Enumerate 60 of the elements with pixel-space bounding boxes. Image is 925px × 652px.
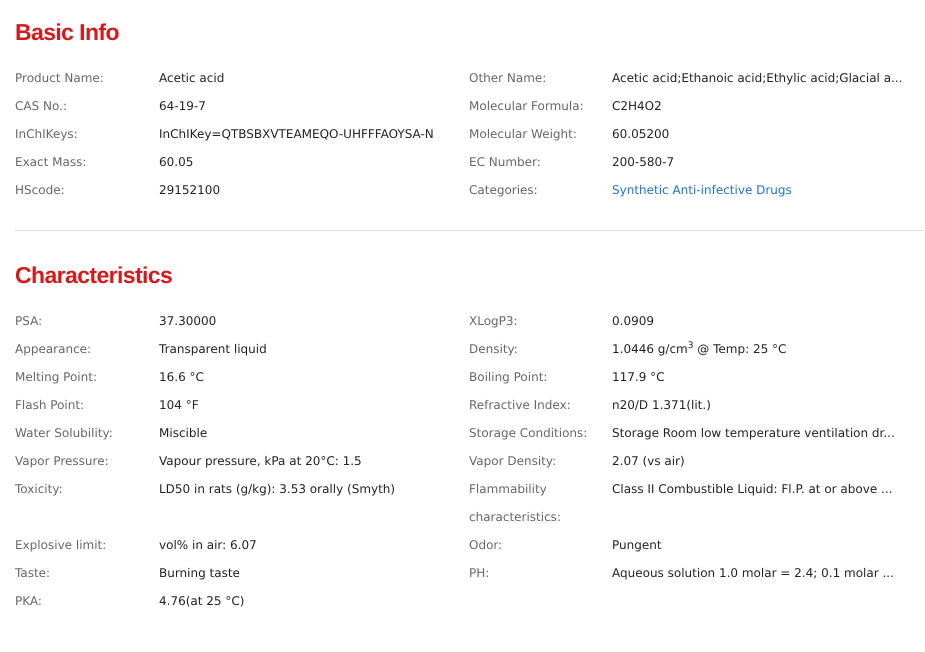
field-label: Density: — [469, 341, 519, 358]
field-label: Molecular Weight: — [469, 126, 578, 143]
field-label: Exact Mass: — [15, 154, 88, 171]
field-label: Taste: — [15, 565, 52, 582]
field-value: 37.30000 — [159, 313, 218, 330]
field-label: Flash Point: — [15, 397, 86, 414]
field-label: Product Name: — [15, 70, 105, 87]
field-value: Burning taste — [159, 565, 241, 582]
field-value: Acetic acid;Ethanoic acid;Ethylic acid;Glacial a... — [612, 70, 904, 87]
field-label: Boiling Point: — [469, 369, 548, 386]
section-title: Basic Info — [15, 18, 119, 46]
field-value: 2.07 (vs air) — [612, 453, 686, 470]
field-label: InChIKeys: — [15, 126, 79, 143]
field-label: Vapor Density: — [469, 453, 558, 470]
field-value: 4.76(at 25 °C) — [159, 593, 246, 610]
field-value: 64-19-7 — [159, 98, 207, 115]
field-value: Class II Combustible Liquid: Fl.P. at or above ... — [612, 481, 894, 498]
field-label: Water Solubility: — [15, 425, 114, 442]
field-value: Acetic acid — [159, 70, 226, 87]
field-value: 1.0446 g/cm$^{3}$ @ Temp: 25 °C — [612, 340, 788, 358]
field-value: C2H4O2 — [612, 98, 663, 115]
field-value: 60.05200 — [612, 126, 670, 143]
field-value: vol% in air: 6.07 — [159, 537, 258, 554]
field-label: Explosive limit: — [15, 537, 108, 554]
field-value: Vapour pressure, kPa at 20°C: 1.5 — [159, 453, 363, 470]
field-value: LD50 in rats (g/kg): 3.53 orally (Smyth) — [159, 481, 396, 498]
field-value: 16.6 °C — [159, 369, 205, 386]
field-label: PH: — [469, 565, 490, 582]
field-value: InChIKey=QTBSBXVTEAMEQO-UHFFFAOYSA-N — [159, 126, 435, 143]
field-value: 117.9 °C — [612, 369, 666, 386]
field-value: Aqueous solution 1.0 molar = 2.4; 0.1 molar ... — [612, 565, 895, 582]
field-label: EC Number: — [469, 154, 542, 171]
field-label: PSA: — [15, 313, 44, 330]
field-label: Toxicity: — [15, 481, 64, 498]
field-label: Odor: — [469, 537, 504, 554]
field-label: PKA: — [15, 593, 43, 610]
section-title: Characteristics — [15, 261, 172, 289]
field-value: 29152100 — [159, 182, 222, 199]
field-label: Refractive Index: — [469, 397, 572, 414]
field-label: Storage Conditions: — [469, 425, 588, 442]
field-value: n20/D 1.371(lit.) — [612, 397, 712, 414]
field-label: Melting Point: — [15, 369, 98, 386]
field-label: Vapor Pressure: — [15, 453, 110, 470]
field-label: Other Name: — [469, 70, 548, 87]
field-label: Appearance: — [15, 341, 92, 358]
field-value: Storage Room low temperature ventilation dr... — [612, 425, 896, 442]
field-label: XLogP3: — [469, 313, 519, 330]
field-label: Categories: — [469, 182, 539, 199]
field-value: 0.0909 — [612, 313, 655, 330]
field-value: 60.05 — [159, 154, 194, 171]
field-value: 104 °F — [159, 397, 200, 414]
field-value: Pungent — [612, 537, 663, 554]
field-label: Flammability characteristics: — [469, 481, 562, 526]
field-label: Molecular Formula: — [469, 98, 585, 115]
field-label: CAS No.: — [15, 98, 68, 115]
field-value: 200-580-7 — [612, 154, 676, 171]
field-label: HScode: — [15, 182, 66, 199]
field-value: Miscible — [159, 425, 208, 442]
category-link[interactable]: Synthetic Anti-infective Drugs — [612, 183, 792, 197]
field-value: Transparent liquid — [159, 341, 268, 358]
